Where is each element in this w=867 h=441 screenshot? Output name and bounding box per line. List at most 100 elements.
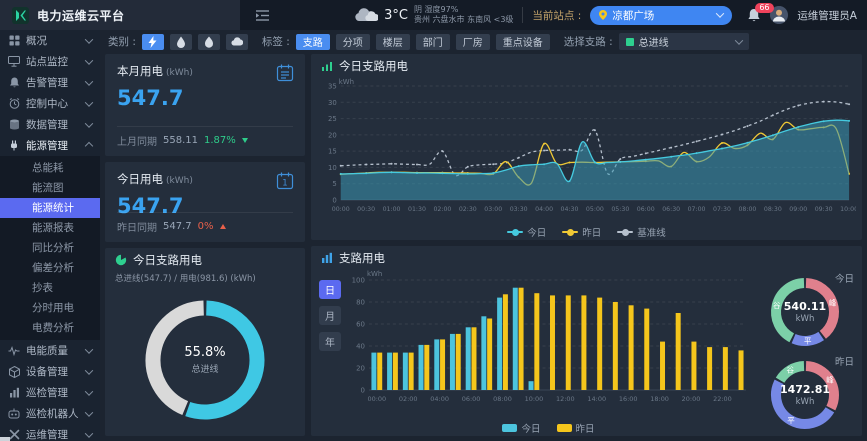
sidebar-item-inspection-robot[interactable]: 巡检机器人 xyxy=(0,403,100,424)
category-electricity-button[interactable] xyxy=(142,34,164,50)
calendar-icon xyxy=(275,63,295,83)
sidebar-item-ops-mgmt[interactable]: 运维管理 xyxy=(0,424,100,441)
filter-bar: 类别 : 标签 : 支路 分项 楼层 部门 厂房 重点设备 选择支路 : 总进线 xyxy=(100,30,867,53)
chevron-down-icon xyxy=(85,98,93,106)
svg-text:08:00: 08:00 xyxy=(493,395,512,403)
period-year-button[interactable]: 年 xyxy=(319,332,341,351)
site-selector[interactable]: 凉都广场 xyxy=(590,6,732,25)
sidebar-item-yoy-analysis[interactable]: 同比分析 xyxy=(0,238,100,258)
control-gauge-icon xyxy=(8,98,20,110)
svg-text:03:00: 03:00 xyxy=(484,206,502,213)
svg-text:06:30: 06:30 xyxy=(662,206,680,213)
legend-today[interactable]: 今日 xyxy=(502,421,540,435)
energy-submenu: 总能耗 能流图 能源统计 能源报表 同比分析 偏差分析 抄表 分时用电 电费分析 xyxy=(0,156,100,340)
sidebar-item-energy-stats[interactable]: 能源统计 xyxy=(0,198,100,218)
tag-subitem-button[interactable]: 分项 xyxy=(336,34,370,50)
lightning-icon xyxy=(148,36,157,48)
bar-legend: 今日 昨日 xyxy=(345,420,752,436)
triangle-down-icon xyxy=(242,138,248,143)
app-title: 电力运维云平台 xyxy=(37,7,125,24)
sidebar-item-site-monitor[interactable]: 站点监控 xyxy=(0,51,100,72)
period-day-button[interactable]: 日 xyxy=(319,280,341,299)
location-pin-icon xyxy=(599,10,607,20)
cloud-icon xyxy=(354,8,378,22)
tag-key-equipment-button[interactable]: 重点设备 xyxy=(496,34,550,50)
bar-panel-body: 日 月 年 kWh02040608010000:0002:0004:0006:0… xyxy=(311,270,862,436)
sidebar-item-overview[interactable]: 概况 xyxy=(0,30,100,51)
sidebar-item-energy-mgmt[interactable]: 能源管理 xyxy=(0,135,100,156)
energy-plug-icon xyxy=(8,140,20,152)
svg-text:平: 平 xyxy=(787,415,795,424)
category-gas-button[interactable] xyxy=(226,34,248,50)
svg-text:10: 10 xyxy=(328,164,337,172)
legend-baseline[interactable]: 基准线 xyxy=(617,225,666,239)
svg-text:30: 30 xyxy=(328,99,337,107)
svg-text:12:00: 12:00 xyxy=(556,395,575,403)
monitor-icon xyxy=(8,56,20,68)
sidebar-item-energy-report[interactable]: 能源报表 xyxy=(0,218,100,238)
horizontal-scrollbar-thumb[interactable] xyxy=(0,437,10,441)
sidebar-item-meter-reading[interactable]: 抄表 xyxy=(0,278,100,298)
sidebar-item-inspection-mgmt[interactable]: 巡检管理 xyxy=(0,382,100,403)
delta-value: 0% xyxy=(198,221,214,232)
svg-text:峰: 峰 xyxy=(829,297,837,307)
period-month-button[interactable]: 月 xyxy=(319,306,341,325)
sidebar-item-device-mgmt[interactable]: 设备管理 xyxy=(0,361,100,382)
svg-text:谷: 谷 xyxy=(773,301,781,310)
sidebar-item-deviation-analysis[interactable]: 偏差分析 xyxy=(0,258,100,278)
legend-yesterday[interactable]: 昨日 xyxy=(557,421,595,435)
notification-badge: 66 xyxy=(755,3,773,13)
tou-donut-today: 今日 峰平谷 540.11 kWh xyxy=(752,270,858,353)
cube-icon xyxy=(8,366,20,378)
waveform-icon xyxy=(8,345,20,357)
chevron-up-icon xyxy=(85,141,93,149)
category-fire-button[interactable] xyxy=(198,34,220,50)
card-today-usage: 今日用电(kWh) 1 547.7 昨日同期 547.7 0% xyxy=(105,162,305,242)
period-buttons: 日 月 年 xyxy=(319,270,345,436)
chevron-down-icon xyxy=(716,9,724,17)
sidebar-item-fee-analysis[interactable]: 电费分析 xyxy=(0,318,100,338)
tag-branch-button[interactable]: 支路 xyxy=(296,34,330,50)
svg-text:10:00: 10:00 xyxy=(525,395,544,403)
today-branch-line-panel: 今日支路用电 kWh0510152025303500:0000:3001:000… xyxy=(311,54,862,240)
tag-plant-button[interactable]: 厂房 xyxy=(456,34,490,50)
branch-value: 总进线 xyxy=(639,34,669,49)
card-month-usage: 本月用电(kWh) 547.7 上月同期 558.11 1.87% xyxy=(105,54,305,156)
tag-floor-button[interactable]: 楼层 xyxy=(376,34,410,50)
month-usage-value: 547.7 xyxy=(117,86,293,110)
svg-text:18:00: 18:00 xyxy=(650,395,669,403)
branch-select[interactable]: 总进线 xyxy=(619,33,749,50)
chevron-down-icon xyxy=(85,35,93,43)
notification-bell[interactable]: 66 xyxy=(747,8,761,23)
tag-department-button[interactable]: 部门 xyxy=(416,34,450,50)
legend-today[interactable]: 今日 xyxy=(507,225,546,239)
sidebar-item-energy-flow[interactable]: 能流图 xyxy=(0,178,100,198)
branch-donut-panel: 今日支路用电 总进线(547.7) / 用电(981.6) (kWh) 55.8… xyxy=(105,248,305,436)
svg-text:16:00: 16:00 xyxy=(619,395,638,403)
sidebar-collapse-button[interactable] xyxy=(256,10,269,21)
svg-text:04:00: 04:00 xyxy=(430,395,449,403)
svg-text:峰: 峰 xyxy=(826,374,834,384)
svg-text:20: 20 xyxy=(328,131,337,139)
card-title: 今日用电 xyxy=(117,172,163,186)
panel-header: 支路用电 xyxy=(311,246,862,270)
temperature: 3°C xyxy=(384,8,408,23)
bar-chart-icon xyxy=(8,387,20,399)
svg-text:00:00: 00:00 xyxy=(367,395,386,403)
sidebar-item-control-center[interactable]: 控制中心 xyxy=(0,93,100,114)
svg-text:02:00: 02:00 xyxy=(433,206,451,213)
chevron-down-icon xyxy=(85,345,93,353)
user-name[interactable]: 运维管理员A xyxy=(797,8,857,23)
sidebar-item-alarm-mgmt[interactable]: 告警管理 xyxy=(0,72,100,93)
sidebar-item-tou-power[interactable]: 分时用电 xyxy=(0,298,100,318)
weather-humidity: 湿度97% xyxy=(425,5,459,14)
sidebar-item-total-energy[interactable]: 总能耗 xyxy=(0,158,100,178)
svg-text:08:00: 08:00 xyxy=(738,206,756,213)
sidebar-item-data-mgmt[interactable]: 数据管理 xyxy=(0,114,100,135)
svg-text:20:00: 20:00 xyxy=(682,395,701,403)
chevron-down-icon xyxy=(85,408,93,416)
category-water-button[interactable] xyxy=(170,34,192,50)
svg-text:60: 60 xyxy=(356,320,365,328)
sidebar-item-power-quality[interactable]: 电能质量 xyxy=(0,340,100,361)
legend-yesterday[interactable]: 昨日 xyxy=(562,225,601,239)
